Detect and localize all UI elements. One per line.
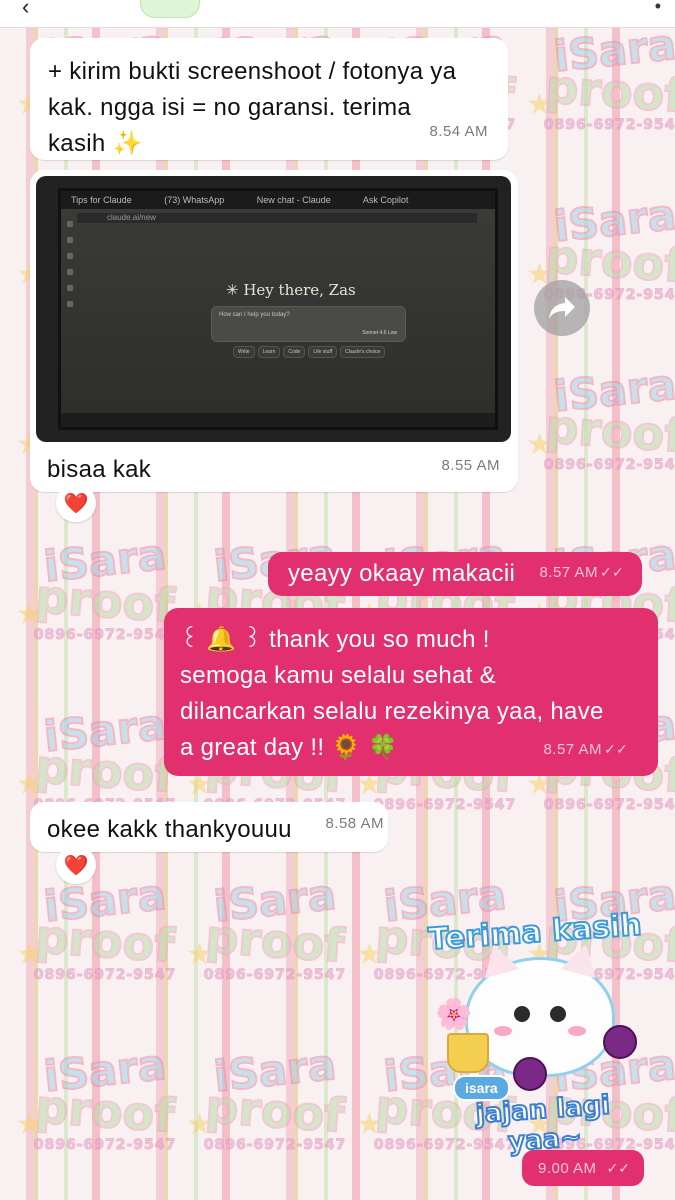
message-time: 8.58 AM: [325, 815, 384, 832]
flower-icon: 🌸: [435, 998, 473, 1031]
message-line: dilancarkan selalu rezekinya yaa, have: [180, 698, 604, 725]
menu-icon[interactable]: •: [655, 0, 661, 17]
photo-prompt-box: How can I help you today? Sonnet 4.6 Low: [211, 306, 406, 342]
laptop-screen-image: Tips for Claude (73) WhatsApp New chat -…: [58, 188, 498, 430]
top-bar: ‹ •: [0, 0, 675, 28]
message-bubble-incoming[interactable]: + kirim bukti screenshoot / fotonya ya k…: [30, 38, 508, 160]
message-text: yeayy okaay makacii: [288, 560, 516, 587]
message-time: 9.00 AM: [538, 1160, 597, 1177]
contact-avatar-pill[interactable]: [140, 0, 200, 18]
berry-icon: [603, 1025, 637, 1059]
flower-pot-icon: [447, 1033, 489, 1073]
message-bubble-incoming[interactable]: okee kakk thankyouuu 8.58 AM: [30, 802, 388, 852]
forward-icon: [549, 297, 575, 319]
message-text: okee kakk thankyouuu: [47, 816, 292, 843]
message-bubble-outgoing[interactable]: ꒰ 🔔 ꒱ thank you so much ! semoga kamu se…: [164, 608, 658, 776]
back-arrow-icon[interactable]: ‹: [22, 0, 29, 20]
sticker-message[interactable]: Terima kasih 🌸 isara jajan lagi yaa~: [425, 907, 645, 1159]
photo-caption: bisaa kak: [47, 456, 152, 483]
photo-chips: Write Learn Code Life stuff Claude's choice: [233, 346, 388, 358]
photo-greeting: ✳ Hey there, Zas: [226, 281, 356, 299]
message-line: + kirim bukti screenshoot / fotonya ya: [48, 58, 457, 85]
read-ticks-icon: ✓✓: [599, 564, 624, 580]
sticker-title: Terima kasih: [426, 907, 643, 959]
browser-url: claude.ai/new: [77, 213, 477, 223]
read-ticks-icon: ✓✓: [603, 741, 628, 757]
photo-taskbar: [61, 413, 495, 427]
berry-icon: [513, 1057, 547, 1091]
reaction-badge[interactable]: ❤️: [56, 484, 96, 522]
browser-tabs: Tips for Claude (73) WhatsApp New chat -…: [61, 191, 495, 209]
heart-icon: ❤️: [63, 854, 89, 877]
photo-thumbnail[interactable]: Tips for Claude (73) WhatsApp New chat -…: [36, 176, 511, 442]
heart-icon: ❤️: [63, 492, 89, 515]
sticker-time-pill: 9.00 AM ✓✓: [522, 1150, 644, 1186]
message-time: 8.57 AM: [539, 564, 598, 581]
forward-button[interactable]: [534, 280, 590, 336]
message-time: 8.57 AM: [543, 741, 602, 758]
message-time: 8.54 AM: [429, 123, 488, 140]
message-line: semoga kamu selalu sehat &: [180, 662, 496, 689]
read-ticks-icon: ✓✓: [606, 1160, 630, 1176]
message-time: 8.55 AM: [441, 457, 500, 474]
app-sidebar: [65, 221, 75, 401]
message-bubble-outgoing[interactable]: yeayy okaay makacii 8.57 AM ✓✓: [268, 552, 642, 596]
message-line: ꒰ 🔔 ꒱ thank you so much !: [180, 626, 490, 653]
reaction-badge[interactable]: ❤️: [56, 846, 96, 884]
